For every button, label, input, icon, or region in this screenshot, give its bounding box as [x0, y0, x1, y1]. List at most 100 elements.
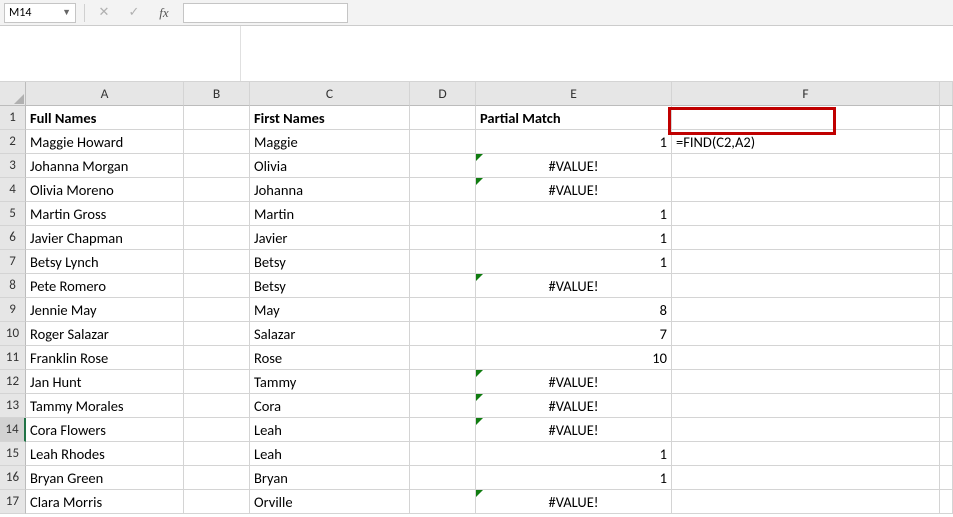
cell-b7[interactable]: [184, 250, 250, 274]
row-header-5[interactable]: 5: [0, 202, 26, 226]
cell-d11[interactable]: [410, 346, 476, 370]
cell-c10[interactable]: Salazar: [250, 322, 410, 346]
cell-b1[interactable]: [184, 106, 250, 130]
cell-d16[interactable]: [410, 466, 476, 490]
row-header-8[interactable]: 8: [0, 274, 26, 298]
cell-g10[interactable]: [940, 322, 953, 346]
name-box[interactable]: M14 ▼: [4, 3, 76, 23]
cell-b15[interactable]: [184, 442, 250, 466]
cell-b3[interactable]: [184, 154, 250, 178]
cell-e2[interactable]: 1: [476, 130, 672, 154]
confirm-button[interactable]: ✓: [123, 3, 145, 23]
cell-g12[interactable]: [940, 370, 953, 394]
cell-a11[interactable]: Franklin Rose: [26, 346, 184, 370]
row-header-14[interactable]: 14: [0, 418, 26, 442]
cell-a10[interactable]: Roger Salazar: [26, 322, 184, 346]
cell-g14[interactable]: [940, 418, 953, 442]
cell-f13[interactable]: [672, 394, 940, 418]
cell-f5[interactable]: [672, 202, 940, 226]
cell-g2[interactable]: [940, 130, 953, 154]
cell-a7[interactable]: Betsy Lynch: [26, 250, 184, 274]
cell-c7[interactable]: Betsy: [250, 250, 410, 274]
cell-e16[interactable]: 1: [476, 466, 672, 490]
cell-b16[interactable]: [184, 466, 250, 490]
column-header-E[interactable]: E: [476, 82, 672, 106]
cell-b5[interactable]: [184, 202, 250, 226]
cell-d15[interactable]: [410, 442, 476, 466]
row-header-9[interactable]: 9: [0, 298, 26, 322]
fx-button[interactable]: fx: [153, 3, 175, 23]
cell-e3[interactable]: #VALUE!: [476, 154, 672, 178]
column-header-C[interactable]: C: [250, 82, 410, 106]
cell-d13[interactable]: [410, 394, 476, 418]
cell-a2[interactable]: Maggie Howard: [26, 130, 184, 154]
cell-e8[interactable]: #VALUE!: [476, 274, 672, 298]
cell-g1[interactable]: [940, 106, 953, 130]
cell-c14[interactable]: Leah: [250, 418, 410, 442]
cell-d2[interactable]: [410, 130, 476, 154]
cell-d6[interactable]: [410, 226, 476, 250]
cell-b9[interactable]: [184, 298, 250, 322]
cell-d10[interactable]: [410, 322, 476, 346]
header-partial-match[interactable]: Partial Match: [476, 106, 672, 130]
cell-f1[interactable]: [672, 106, 940, 130]
cell-e17[interactable]: #VALUE!: [476, 490, 672, 514]
cell-g13[interactable]: [940, 394, 953, 418]
cell-e9[interactable]: 8: [476, 298, 672, 322]
cell-f2-formula[interactable]: =FIND(C2,A2): [672, 130, 940, 154]
cell-f17[interactable]: [672, 490, 940, 514]
cell-a5[interactable]: Martin Gross: [26, 202, 184, 226]
cell-c6[interactable]: Javier: [250, 226, 410, 250]
cell-d9[interactable]: [410, 298, 476, 322]
row-header-17[interactable]: 17: [0, 490, 26, 514]
cell-e10[interactable]: 7: [476, 322, 672, 346]
cell-e4[interactable]: #VALUE!: [476, 178, 672, 202]
row-header-7[interactable]: 7: [0, 250, 26, 274]
cell-a8[interactable]: Pete Romero: [26, 274, 184, 298]
cell-b6[interactable]: [184, 226, 250, 250]
cell-c17[interactable]: Orville: [250, 490, 410, 514]
cell-f4[interactable]: [672, 178, 940, 202]
spreadsheet-grid[interactable]: ABCDEF1Full NamesFirst NamesPartial Matc…: [0, 82, 953, 514]
cell-e14[interactable]: #VALUE!: [476, 418, 672, 442]
cell-e6[interactable]: 1: [476, 226, 672, 250]
cell-g9[interactable]: [940, 298, 953, 322]
row-header-12[interactable]: 12: [0, 370, 26, 394]
cell-f16[interactable]: [672, 466, 940, 490]
cell-a14[interactable]: Cora Flowers: [26, 418, 184, 442]
cell-d8[interactable]: [410, 274, 476, 298]
cell-c5[interactable]: Martin: [250, 202, 410, 226]
cell-e11[interactable]: 10: [476, 346, 672, 370]
cell-c13[interactable]: Cora: [250, 394, 410, 418]
cell-g15[interactable]: [940, 442, 953, 466]
cell-a12[interactable]: Jan Hunt: [26, 370, 184, 394]
cell-d7[interactable]: [410, 250, 476, 274]
cell-b17[interactable]: [184, 490, 250, 514]
cell-c12[interactable]: Tammy: [250, 370, 410, 394]
cell-c3[interactable]: Olivia: [250, 154, 410, 178]
cell-d17[interactable]: [410, 490, 476, 514]
cell-f10[interactable]: [672, 322, 940, 346]
row-header-16[interactable]: 16: [0, 466, 26, 490]
cell-f8[interactable]: [672, 274, 940, 298]
cell-c11[interactable]: Rose: [250, 346, 410, 370]
cell-d4[interactable]: [410, 178, 476, 202]
cell-a17[interactable]: Clara Morris: [26, 490, 184, 514]
cell-f3[interactable]: [672, 154, 940, 178]
cell-d3[interactable]: [410, 154, 476, 178]
cell-g4[interactable]: [940, 178, 953, 202]
cancel-button[interactable]: ✕: [93, 3, 115, 23]
cell-d12[interactable]: [410, 370, 476, 394]
cell-c8[interactable]: Betsy: [250, 274, 410, 298]
cell-e15[interactable]: 1: [476, 442, 672, 466]
cell-c16[interactable]: Bryan: [250, 466, 410, 490]
header-full-names[interactable]: Full Names: [26, 106, 184, 130]
cell-a13[interactable]: Tammy Morales: [26, 394, 184, 418]
cell-b10[interactable]: [184, 322, 250, 346]
cell-b2[interactable]: [184, 130, 250, 154]
cell-g5[interactable]: [940, 202, 953, 226]
cell-a9[interactable]: Jennie May: [26, 298, 184, 322]
select-all-corner[interactable]: [0, 82, 26, 106]
cell-f7[interactable]: [672, 250, 940, 274]
cell-d5[interactable]: [410, 202, 476, 226]
